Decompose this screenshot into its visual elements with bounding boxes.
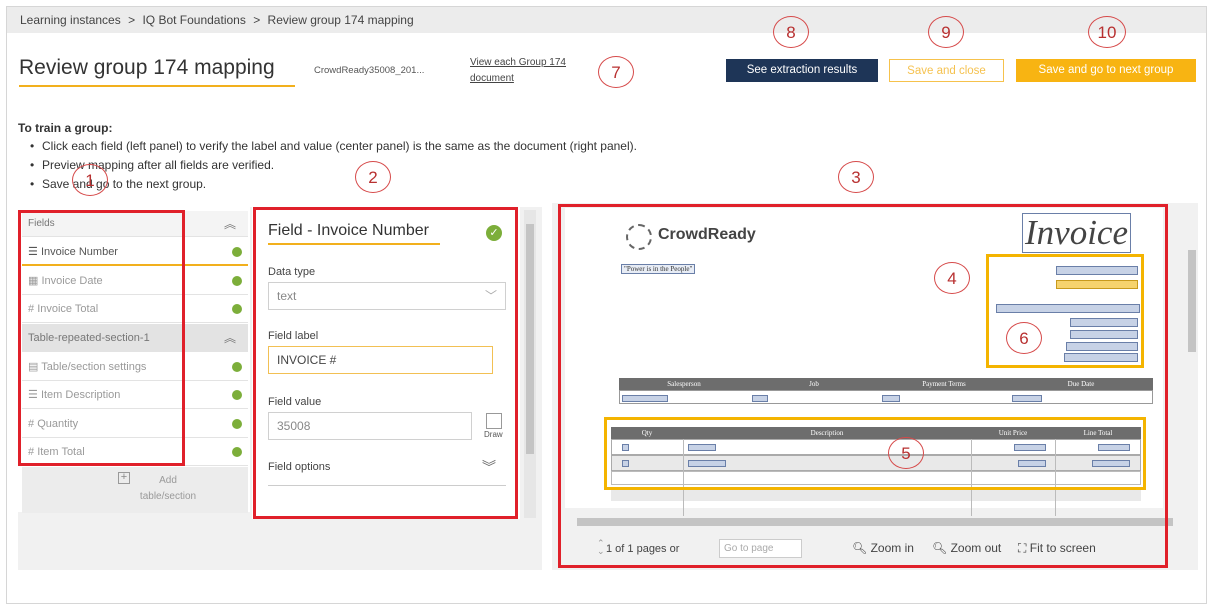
highlight-box-header-fields — [986, 254, 1144, 368]
breadcrumb: Learning instances > IQ Bot Foundations … — [7, 7, 1206, 33]
callout-number-6: 6 — [1006, 322, 1042, 354]
callout-number-4: 4 — [934, 262, 970, 294]
check-icon — [232, 276, 242, 286]
breadcrumb-separator: > — [253, 13, 261, 27]
check-icon — [232, 362, 242, 372]
instruction-step: Save and go to the next group. — [30, 175, 637, 194]
instructions-list: Click each field (left panel) to verify … — [30, 137, 637, 194]
page-title: Review group 174 mapping — [19, 56, 275, 79]
highlight-box-table — [604, 417, 1146, 490]
title-underline — [19, 85, 295, 87]
callout-number-3: 3 — [838, 161, 874, 193]
check-icon — [232, 247, 242, 257]
see-extraction-results-button[interactable]: See extraction results — [726, 59, 878, 82]
add-section-button[interactable]: Add table/section — [112, 473, 198, 505]
collapse-up-icon[interactable]: ︽ — [224, 324, 236, 352]
scrollbar-thumb[interactable] — [526, 224, 534, 454]
save-and-close-button[interactable]: Save and close — [889, 59, 1004, 82]
callout-box-fields — [18, 210, 185, 466]
instructions-heading: To train a group: — [18, 121, 113, 135]
doc-vertical-scrollbar[interactable] — [1186, 208, 1198, 508]
instruction-step: Click each field (left panel) to verify … — [30, 137, 637, 156]
callout-number-7: 7 — [598, 56, 634, 88]
check-icon — [232, 447, 242, 457]
callout-number-2: 2 — [355, 161, 391, 193]
check-icon — [232, 390, 242, 400]
check-icon — [232, 304, 242, 314]
instruction-step: Preview mapping after all fields are ver… — [30, 156, 637, 175]
breadcrumb-iq-bot[interactable]: IQ Bot Foundations — [142, 13, 245, 27]
breadcrumb-current: Review group 174 mapping — [267, 13, 414, 27]
callout-box-field-detail — [253, 207, 518, 519]
check-icon — [232, 419, 242, 429]
scrollbar-thumb[interactable] — [1188, 250, 1196, 352]
view-documents-link[interactable]: View each Group 174 document — [470, 55, 590, 87]
callout-number-1: 1 — [72, 164, 108, 196]
collapse-up-icon[interactable]: ︽ — [224, 211, 236, 237]
breadcrumb-separator: > — [128, 13, 136, 27]
callout-number-8: 8 — [773, 16, 809, 48]
callout-number-9: 9 — [928, 16, 964, 48]
callout-number-10: 10 — [1088, 16, 1126, 48]
document-name: CrowdReady35008_201... — [314, 65, 425, 76]
breadcrumb-learning-instances[interactable]: Learning instances — [20, 13, 121, 27]
save-and-next-button[interactable]: Save and go to next group — [1016, 59, 1196, 82]
callout-number-5: 5 — [888, 437, 924, 469]
center-scrollbar[interactable] — [524, 210, 536, 518]
